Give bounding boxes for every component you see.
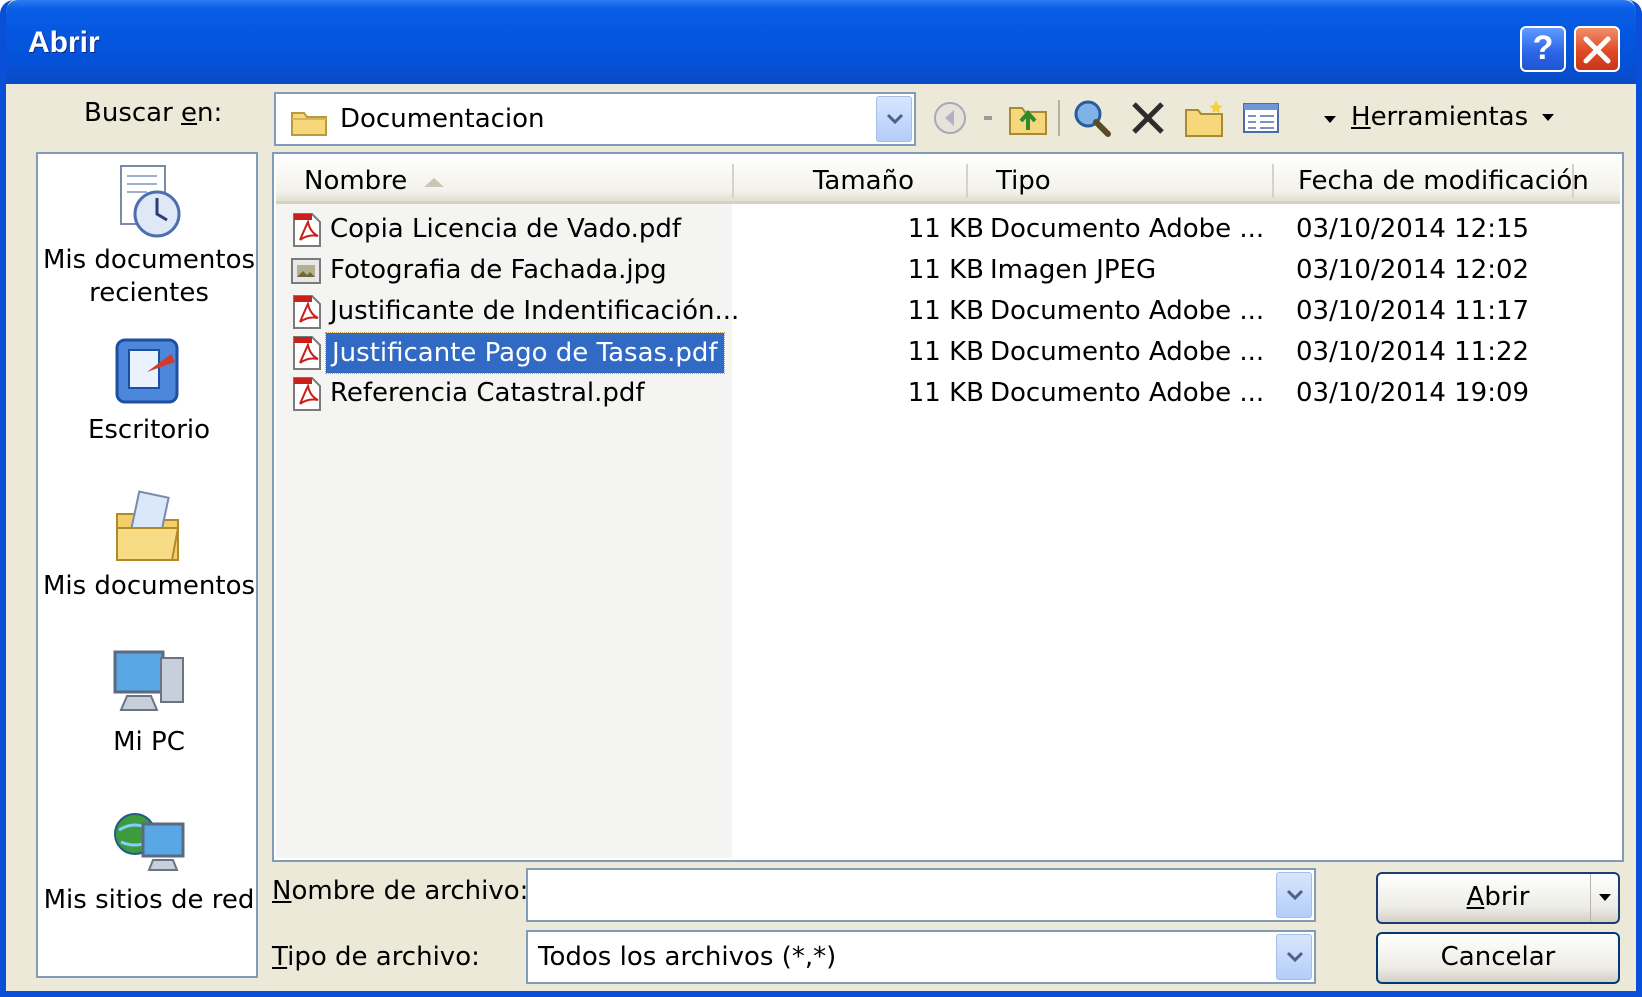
delete-icon[interactable]: [1126, 96, 1170, 140]
filetype-label: Tipo de archivo:: [272, 942, 480, 972]
cancel-button[interactable]: Cancelar: [1376, 932, 1620, 984]
place-network[interactable]: Mis sitios de red: [38, 802, 260, 917]
title-bar[interactable]: Abrir ?: [6, 0, 1636, 84]
file-type: Documento Adobe ...: [990, 214, 1265, 244]
place-desktop[interactable]: Escritorio: [38, 332, 260, 447]
file-name: Justificante Pago de Tasas.pdf: [325, 332, 725, 374]
place-label: Mis documentos: [42, 245, 256, 275]
list-header: Nombre Tamaño Tipo Fecha de modificación: [276, 156, 1620, 204]
close-icon: [1583, 36, 1611, 64]
file-date: 03/10/2014 11:22: [1296, 337, 1530, 367]
file-size: 11 KB: [907, 214, 984, 244]
pdf-file-icon: [293, 336, 321, 370]
column-separator[interactable]: [732, 164, 734, 198]
column-header-date[interactable]: Fecha de modificación: [1298, 166, 1589, 196]
file-row[interactable]: Referencia Catastral.pdf 11 KB Documento A…: [274, 374, 1614, 414]
chevron-down-icon: [1286, 951, 1304, 963]
chevron-down-icon: [1599, 894, 1611, 901]
file-date: 03/10/2014 12:15: [1296, 214, 1530, 244]
lookin-dropdown-button[interactable]: [876, 96, 912, 142]
filename-dropdown-button[interactable]: [1276, 872, 1312, 918]
back-dropdown-arrow[interactable]: [984, 116, 992, 120]
file-date: 03/10/2014 12:02: [1296, 255, 1530, 285]
file-type: Documento Adobe ...: [990, 296, 1265, 326]
open-dialog: Abrir ? Buscar en: Documentacion Herrami…: [0, 0, 1642, 997]
file-row[interactable]: Fotografia de Fachada.jpg 11 KB Imagen JPE…: [274, 251, 1614, 291]
column-separator[interactable]: [1272, 164, 1274, 198]
file-name: Referencia Catastral.pdf: [330, 378, 645, 408]
toolbar-separator: [1058, 100, 1060, 136]
views-dropdown-arrow[interactable]: [1324, 116, 1336, 123]
places-bar: Mis documentos recientes Escritorio Mis …: [36, 152, 258, 978]
place-my-computer[interactable]: Mi PC: [38, 644, 260, 759]
place-recent-documents[interactable]: Mis documentos recientes: [38, 162, 260, 310]
lookin-value: Documentacion: [340, 104, 545, 134]
file-size: 11 KB: [907, 255, 984, 285]
lookin-label: Buscar en:: [84, 98, 223, 128]
file-type: Imagen JPEG: [990, 255, 1157, 285]
file-list[interactable]: Nombre Tamaño Tipo Fecha de modificación…: [272, 152, 1624, 862]
my-documents-icon: [116, 490, 180, 561]
filename-label: Nombre de archivo:: [272, 876, 529, 906]
up-folder-icon[interactable]: [1006, 96, 1050, 140]
filetype-select[interactable]: Todos los archivos (*,*): [526, 930, 1316, 984]
help-button[interactable]: ?: [1520, 26, 1566, 72]
my-computer-icon: [113, 650, 184, 711]
place-label: recientes: [89, 278, 209, 308]
place-my-documents[interactable]: Mis documentos: [38, 488, 260, 603]
image-file-icon: [291, 258, 321, 284]
place-label: Escritorio: [87, 415, 211, 445]
new-folder-icon[interactable]: [1182, 96, 1226, 140]
back-icon[interactable]: [928, 96, 972, 140]
file-row[interactable]: Justificante de Indentificación... 11 KB D…: [274, 292, 1614, 332]
file-row[interactable]: Justificante Pago de Tasas.pdf 11 KB Docum…: [274, 332, 1614, 374]
open-button[interactable]: Abrir: [1376, 872, 1620, 924]
pdf-file-icon: [293, 295, 321, 329]
file-name: Justificante de Indentificación...: [330, 296, 740, 326]
tools-dropdown-arrow: [1542, 114, 1555, 121]
search-web-icon[interactable]: [1070, 96, 1114, 140]
file-row[interactable]: Copia Licencia de Vado.pdf 11 KB Documento…: [274, 210, 1614, 250]
column-header-name[interactable]: Nombre: [304, 166, 407, 196]
file-name: Copia Licencia de Vado.pdf: [330, 214, 682, 244]
file-date: 03/10/2014 19:09: [1296, 378, 1530, 408]
chevron-down-icon: [1286, 889, 1304, 901]
column-separator[interactable]: [1572, 164, 1574, 198]
desktop-icon: [115, 338, 179, 404]
place-label: Mis documentos: [42, 571, 256, 601]
place-label: Mis sitios de red: [43, 885, 255, 915]
file-size: 11 KB: [907, 378, 984, 408]
file-size: 11 KB: [907, 337, 984, 367]
tools-menu[interactable]: Herramientas: [1351, 102, 1555, 132]
column-header-type[interactable]: Tipo: [996, 166, 1051, 196]
views-icon[interactable]: [1240, 96, 1284, 140]
close-button[interactable]: [1574, 26, 1620, 72]
chevron-down-icon: [886, 113, 904, 125]
place-label: Mi PC: [113, 727, 185, 757]
column-separator[interactable]: [966, 164, 968, 198]
pdf-file-icon: [293, 377, 321, 411]
open-options-button[interactable]: [1590, 874, 1618, 922]
dialog-title: Abrir: [28, 26, 100, 59]
pdf-file-icon: [293, 213, 321, 247]
file-size: 11 KB: [907, 296, 984, 326]
filename-input[interactable]: [526, 868, 1316, 922]
file-type: Documento Adobe ...: [990, 337, 1265, 367]
filetype-dropdown-button[interactable]: [1276, 934, 1312, 980]
file-name: Fotografia de Fachada.jpg: [330, 255, 667, 285]
file-type: Documento Adobe ...: [990, 378, 1265, 408]
sort-ascending-icon: [424, 178, 444, 187]
column-header-size[interactable]: Tamaño: [813, 166, 914, 196]
folder-icon: [291, 112, 327, 136]
network-places-icon: [114, 813, 185, 871]
recent-documents-icon: [120, 165, 181, 238]
lookin-combobox[interactable]: Documentacion: [274, 92, 916, 146]
file-date: 03/10/2014 11:17: [1296, 296, 1530, 326]
